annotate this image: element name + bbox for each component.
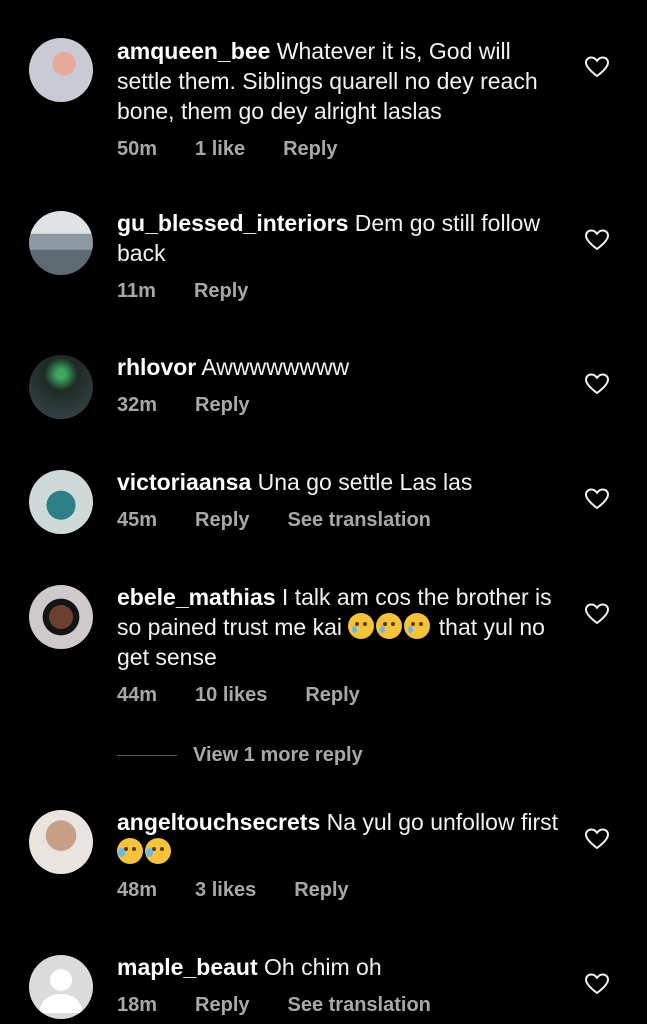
heart-icon[interactable] (585, 828, 609, 850)
view-more-replies-label[interactable]: View 1 more reply (193, 744, 363, 767)
crying-emoji-icon (348, 613, 375, 639)
reply-button[interactable]: Reply (294, 879, 348, 902)
see-translation-link[interactable]: See translation (288, 509, 431, 532)
reply-button[interactable]: Reply (305, 684, 359, 707)
avatar[interactable] (29, 470, 93, 534)
avatar[interactable] (29, 38, 93, 102)
heart-icon[interactable] (585, 973, 609, 995)
comment-time: 45m (117, 509, 158, 531)
comment-username[interactable]: angeltouchsecrets (117, 809, 320, 835)
comment-username[interactable]: victoriaansa (117, 469, 251, 495)
avatar[interactable] (29, 585, 93, 649)
comment-likes[interactable]: 1 like (195, 138, 245, 161)
reply-button[interactable]: Reply (194, 280, 248, 303)
heart-icon[interactable] (585, 373, 609, 395)
default-avatar-icon (39, 969, 83, 1013)
comment-likes[interactable]: 10 likes (195, 684, 267, 707)
comment-text: Oh chim oh (264, 954, 382, 980)
reply-button[interactable]: Reply (195, 994, 249, 1017)
reply-button[interactable]: Reply (195, 394, 249, 417)
reply-button[interactable]: Reply (195, 509, 249, 532)
see-translation-link[interactable]: See translation (288, 994, 431, 1017)
comment-time: 32m (117, 394, 158, 416)
avatar[interactable] (29, 810, 93, 874)
comment-text: Awwwwwwww (201, 354, 350, 380)
comment-text: Una go settle Las las (257, 469, 473, 495)
comment-time: 44m (117, 684, 158, 706)
comment-likes[interactable]: 3 likes (195, 879, 256, 902)
heart-icon[interactable] (585, 488, 609, 510)
avatar[interactable] (29, 211, 93, 275)
heart-icon[interactable] (585, 229, 609, 251)
comment-time: 18m (117, 994, 158, 1016)
crying-emoji-icon (376, 613, 403, 639)
comment-username[interactable]: maple_beaut (117, 954, 258, 980)
comment-text: Na yul go unfollow first (326, 809, 559, 835)
avatar[interactable] (29, 955, 93, 1019)
laughing-emoji-icon (145, 838, 171, 864)
comment-time: 11m (117, 280, 156, 302)
comment-username[interactable]: rhlovor (117, 354, 196, 380)
comment-time: 50m (117, 138, 158, 160)
comment-time: 48m (117, 879, 158, 901)
comment-username[interactable]: amqueen_bee (117, 38, 270, 64)
heart-icon[interactable] (585, 56, 609, 78)
comment-username[interactable]: ebele_mathias (117, 584, 276, 610)
divider-line (117, 755, 177, 756)
view-more-replies[interactable]: View 1 more reply (117, 744, 363, 767)
laughing-emoji-icon (117, 838, 143, 864)
comment-username[interactable]: gu_blessed_interiors (117, 210, 348, 236)
crying-emoji-icon (404, 613, 431, 639)
heart-icon[interactable] (585, 603, 609, 625)
reply-button[interactable]: Reply (283, 138, 337, 161)
avatar[interactable] (29, 355, 93, 419)
